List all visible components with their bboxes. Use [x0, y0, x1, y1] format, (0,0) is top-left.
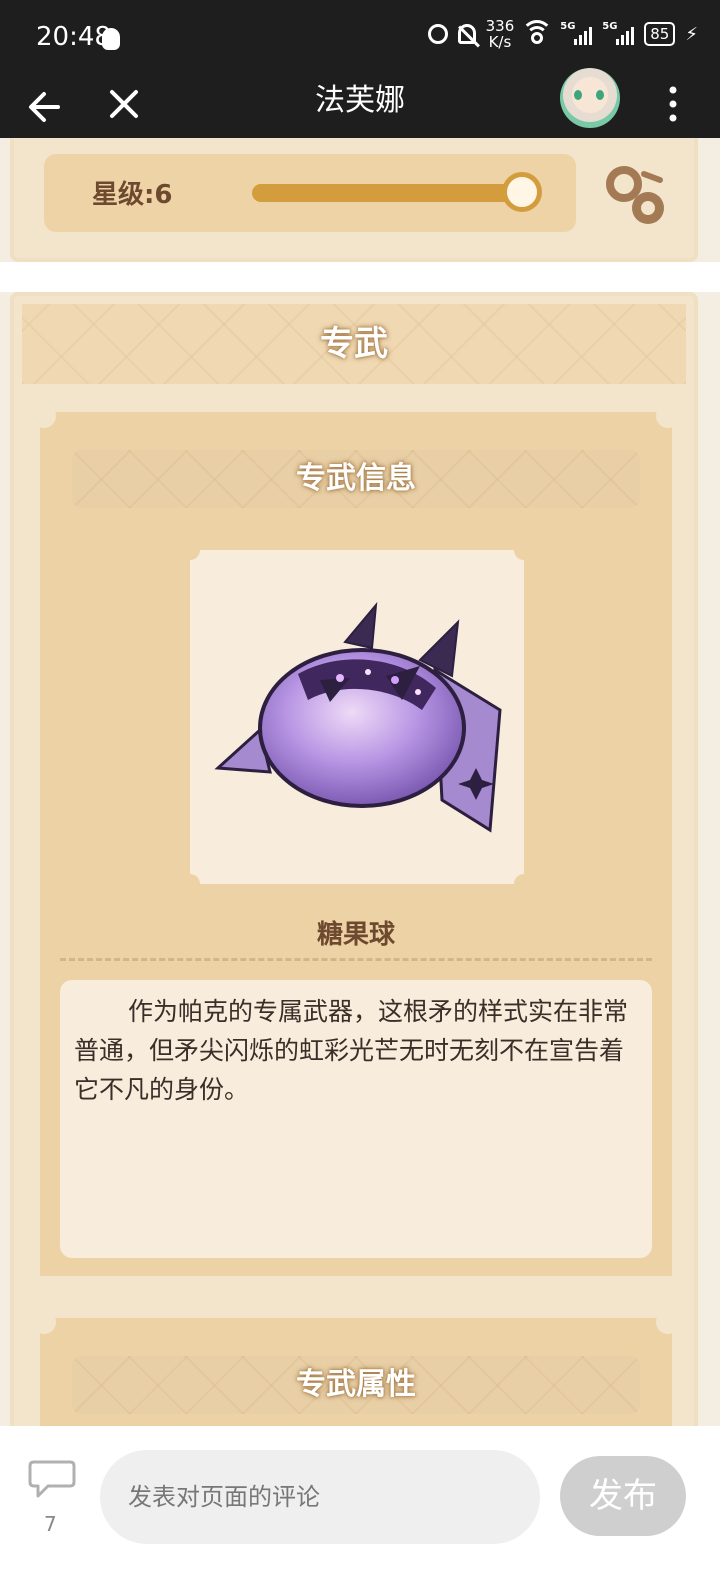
qq-notification-icon	[102, 28, 120, 50]
status-time: 20:48	[36, 22, 111, 52]
star-level-label: 星级:6	[92, 180, 173, 210]
weapon-image-frame	[180, 540, 534, 894]
publish-button[interactable]: 发布	[560, 1456, 686, 1536]
alarm-icon	[427, 24, 448, 44]
more-vertical-icon	[669, 86, 677, 122]
divider	[60, 958, 652, 961]
network-speed: 336 K/s	[485, 17, 515, 51]
mute-bell-icon	[457, 24, 476, 44]
star-level-slider-handle[interactable]	[502, 172, 542, 212]
cell-signal-icon: 5G	[560, 21, 593, 45]
weapon-info-title: 专武信息	[72, 450, 640, 508]
star-level-panel: 星级:6	[44, 154, 576, 232]
refresh-icon[interactable]	[604, 164, 668, 230]
weapon-name: 糖果球	[316, 920, 395, 950]
weapon-info-panel: 专武信息 糖果球 作为帕克的专属武器，这根矛的样式实在非常普通，但矛尖闪烁的虹彩…	[32, 404, 680, 1276]
comment-bar: 7 发表对页面的评论 发布	[0, 1426, 720, 1592]
user-avatar[interactable]	[560, 68, 620, 128]
comment-input[interactable]: 发表对页面的评论	[100, 1450, 540, 1544]
comment-icon[interactable]	[28, 1458, 76, 1500]
cell-signal-icon-2: 5G	[602, 21, 635, 45]
star-level-card: 星级:6	[10, 138, 698, 262]
status-bar: 20:48 336 K/s 5G 5G 85 ⚡	[0, 0, 720, 78]
wifi-icon	[521, 20, 554, 44]
battery-indicator: 85	[644, 22, 676, 46]
status-icons: 336 K/s 5G 5G 85 ⚡	[427, 17, 698, 51]
section-title: 专武	[22, 304, 686, 384]
weapon-description: 作为帕克的专属武器，这根矛的样式实在非常普通，但矛尖闪烁的虹彩光芒无时无刻不在宣…	[60, 980, 652, 1258]
exclusive-weapon-section: 专武 专武信息 糖果球 作为帕克的专属武器，这根矛的样式实在非常普通，但矛尖闪烁…	[10, 292, 698, 1458]
star-level-slider-track[interactable]	[252, 184, 540, 202]
charging-icon: ⚡	[685, 23, 698, 45]
comment-count: 7	[44, 1512, 57, 1536]
app-header: 法芙娜	[0, 68, 720, 138]
page-gap	[0, 262, 720, 292]
candy-ball-weapon-image	[214, 601, 502, 833]
more-menu-button[interactable]	[658, 80, 688, 130]
weapon-attributes-title: 专武属性	[72, 1356, 640, 1414]
